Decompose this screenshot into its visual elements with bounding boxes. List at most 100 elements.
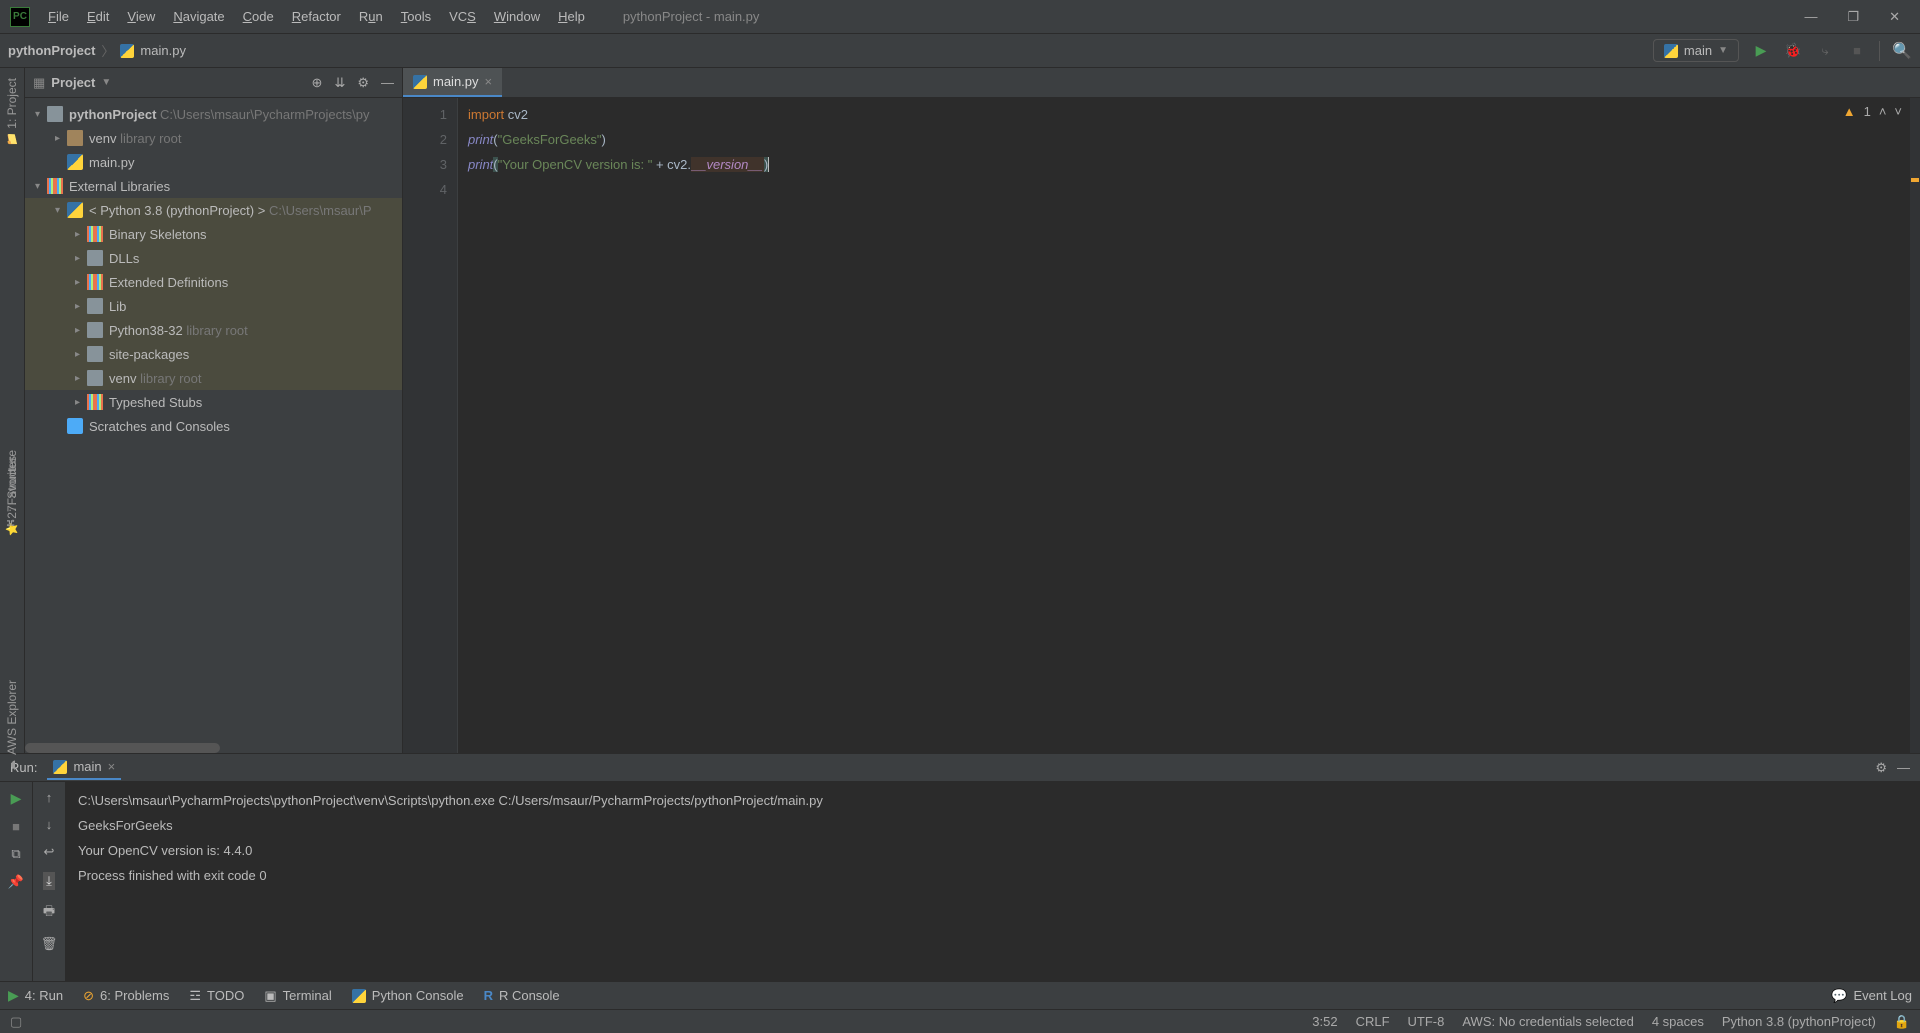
up-icon[interactable]: ↑ — [46, 790, 53, 805]
close-tab-icon[interactable]: × — [485, 74, 493, 89]
status-encoding[interactable]: UTF-8 — [1408, 1014, 1445, 1029]
code-area[interactable]: import cv2 print("GeeksForGeeks") print(… — [458, 98, 1920, 753]
python-file-icon — [413, 75, 427, 89]
stop-button[interactable]: ■ — [12, 819, 20, 834]
close-tab-icon[interactable]: × — [108, 759, 116, 774]
warning-icon: ▲ — [1843, 104, 1856, 119]
tab-run[interactable]: ▶4: Run — [8, 987, 63, 1004]
project-tool-button[interactable]: 📁 1: Project — [5, 78, 19, 146]
run-config-label: main — [1684, 43, 1712, 58]
aws-explorer-tool-button[interactable]: ☁ AWS Explorer — [5, 680, 19, 753]
menu-window[interactable]: Window — [486, 5, 548, 28]
hide-icon[interactable]: — — [381, 75, 394, 91]
print-icon[interactable]: 🖶 — [43, 902, 55, 924]
tab-problems[interactable]: ⊘6: Problems — [83, 988, 169, 1004]
settings-icon[interactable]: ⚙ — [357, 75, 369, 91]
menu-code[interactable]: Code — [235, 5, 282, 28]
project-tree[interactable]: ▾ pythonProject C:\Users\msaur\PycharmPr… — [25, 98, 402, 753]
down-icon[interactable]: ↓ — [46, 817, 53, 832]
collapse-icon[interactable]: ⇊ — [334, 75, 345, 91]
tree-item[interactable]: ▸Typeshed Stubs — [25, 390, 402, 414]
tree-venv-folder[interactable]: ▸ venv library root — [25, 126, 402, 150]
chevron-down-icon[interactable]: ▼ — [101, 77, 111, 88]
tree-project-root[interactable]: ▾ pythonProject C:\Users\msaur\PycharmPr… — [25, 102, 402, 126]
status-aws[interactable]: AWS: No credentials selected — [1462, 1014, 1633, 1029]
tree-item[interactable]: ▸Extended Definitions — [25, 270, 402, 294]
bottom-tool-tabs: ▶4: Run ⊘6: Problems ☲TODO ▣Terminal Pyt… — [0, 981, 1920, 1009]
tree-item[interactable]: ▸Binary Skeletons — [25, 222, 402, 246]
run-button[interactable]: ▶ — [1751, 41, 1771, 61]
editor-body[interactable]: 1 2 3 4 import cv2 print("GeeksForGeeks"… — [403, 98, 1920, 753]
coverage-button[interactable]: ⤷ — [1815, 41, 1835, 61]
editor-tabs: main.py × — [403, 68, 1920, 98]
status-eol[interactable]: CRLF — [1356, 1014, 1390, 1029]
chevron-down-icon[interactable]: ˅ — [1894, 104, 1902, 119]
tree-item[interactable]: ▸DLLs — [25, 246, 402, 270]
pin-button[interactable]: 📌 — [8, 874, 24, 890]
tree-item[interactable]: ▸Lib — [25, 294, 402, 318]
run-tab[interactable]: main × — [47, 755, 121, 780]
status-interpreter[interactable]: Python 3.8 (pythonProject) — [1722, 1014, 1876, 1029]
layout-button[interactable]: ⧉ — [11, 846, 20, 862]
tree-item[interactable]: ▸venv library root — [25, 366, 402, 390]
debug-button[interactable]: 🐞 — [1783, 41, 1803, 61]
project-panel-title[interactable]: Project — [51, 75, 95, 90]
lock-icon[interactable]: 🔒 — [1894, 1014, 1910, 1030]
tree-main-file[interactable]: main.py — [25, 150, 402, 174]
editor-area: main.py × 1 2 3 4 import cv2 print("Geek… — [403, 68, 1920, 753]
tab-python-console[interactable]: Python Console — [352, 988, 464, 1003]
soft-wrap-icon[interactable]: ↩ — [44, 844, 55, 860]
menu-navigate[interactable]: Navigate — [165, 5, 232, 28]
chevron-up-icon[interactable]: ˄ — [1879, 104, 1887, 119]
editor-tab-main[interactable]: main.py × — [403, 68, 502, 97]
menu-tools[interactable]: Tools — [393, 5, 439, 28]
tree-item[interactable]: ▸site-packages — [25, 342, 402, 366]
run-config-selector[interactable]: main ▼ — [1653, 39, 1739, 62]
horizontal-scrollbar[interactable] — [25, 743, 220, 753]
tab-event-log[interactable]: 💬Event Log — [1831, 988, 1912, 1004]
menu-vcs[interactable]: VCS — [441, 5, 484, 28]
menu-help[interactable]: Help — [550, 5, 593, 28]
error-stripe[interactable] — [1910, 98, 1920, 753]
menu-edit[interactable]: Edit — [79, 5, 117, 28]
structure-tool-button[interactable]: ⛕ 7: Structure — [5, 450, 19, 530]
settings-icon[interactable]: ⚙ — [1875, 760, 1887, 776]
run-output[interactable]: C:\Users\msaur\PycharmProjects\pythonPro… — [66, 782, 1920, 981]
tool-windows-icon[interactable]: ▢ — [10, 1014, 22, 1030]
tree-scratches[interactable]: Scratches and Consoles — [25, 414, 402, 438]
menu-file[interactable]: File — [40, 5, 77, 28]
chevron-right-icon: 〉 — [101, 41, 114, 60]
tab-r-console[interactable]: RR Console — [484, 988, 560, 1003]
close-icon[interactable]: ✕ — [1889, 9, 1900, 25]
search-everywhere-button[interactable]: 🔍 — [1892, 41, 1912, 61]
tree-interpreter[interactable]: ▾ < Python 3.8 (pythonProject) > C:\User… — [25, 198, 402, 222]
crumb-file[interactable]: main.py — [140, 43, 186, 58]
minimize-icon[interactable]: — — [1804, 9, 1817, 25]
window-title: pythonProject - main.py — [623, 9, 760, 24]
trash-icon[interactable]: 🗑 — [41, 936, 58, 952]
status-caret-pos[interactable]: 3:52 — [1312, 1014, 1337, 1029]
menu-refactor[interactable]: Refactor — [284, 5, 349, 28]
run-header: Run: main × ⚙ — — [0, 754, 1920, 782]
status-bar: ▢ 3:52 CRLF UTF-8 AWS: No credentials se… — [0, 1009, 1920, 1033]
crumb-project[interactable]: pythonProject — [8, 43, 95, 58]
menu-view[interactable]: View — [119, 5, 163, 28]
maximize-icon[interactable]: ❐ — [1847, 9, 1859, 25]
status-indent[interactable]: 4 spaces — [1652, 1014, 1704, 1029]
run-actions-secondary: ↑ ↓ ↩ ⤓ 🖶 🗑 — [33, 782, 66, 981]
inspections-widget[interactable]: ▲ 1 ˄ ˅ — [1843, 104, 1902, 119]
hide-icon[interactable]: — — [1897, 760, 1910, 776]
menu-bar: File Edit View Navigate Code Refactor Ru… — [40, 5, 593, 28]
stop-button[interactable]: ■ — [1847, 41, 1867, 61]
locate-icon[interactable]: ⊕ — [312, 75, 323, 91]
app-icon: PC — [10, 7, 30, 27]
tab-todo[interactable]: ☲TODO — [189, 988, 244, 1004]
tree-external-libs[interactable]: ▾ External Libraries — [25, 174, 402, 198]
project-panel: ▦ Project ▼ ⊕ ⇊ ⚙ — ▾ pythonProject C:\U… — [25, 68, 403, 753]
menu-run[interactable]: Run — [351, 5, 391, 28]
rerun-button[interactable]: ▶ — [11, 790, 22, 807]
tree-item[interactable]: ▸Python38-32 library root — [25, 318, 402, 342]
tab-terminal[interactable]: ▣Terminal — [264, 988, 331, 1004]
navbar: pythonProject 〉 main.py main ▼ ▶ 🐞 ⤷ ■ 🔍 — [0, 34, 1920, 68]
scroll-end-icon[interactable]: ⤓ — [43, 872, 55, 890]
